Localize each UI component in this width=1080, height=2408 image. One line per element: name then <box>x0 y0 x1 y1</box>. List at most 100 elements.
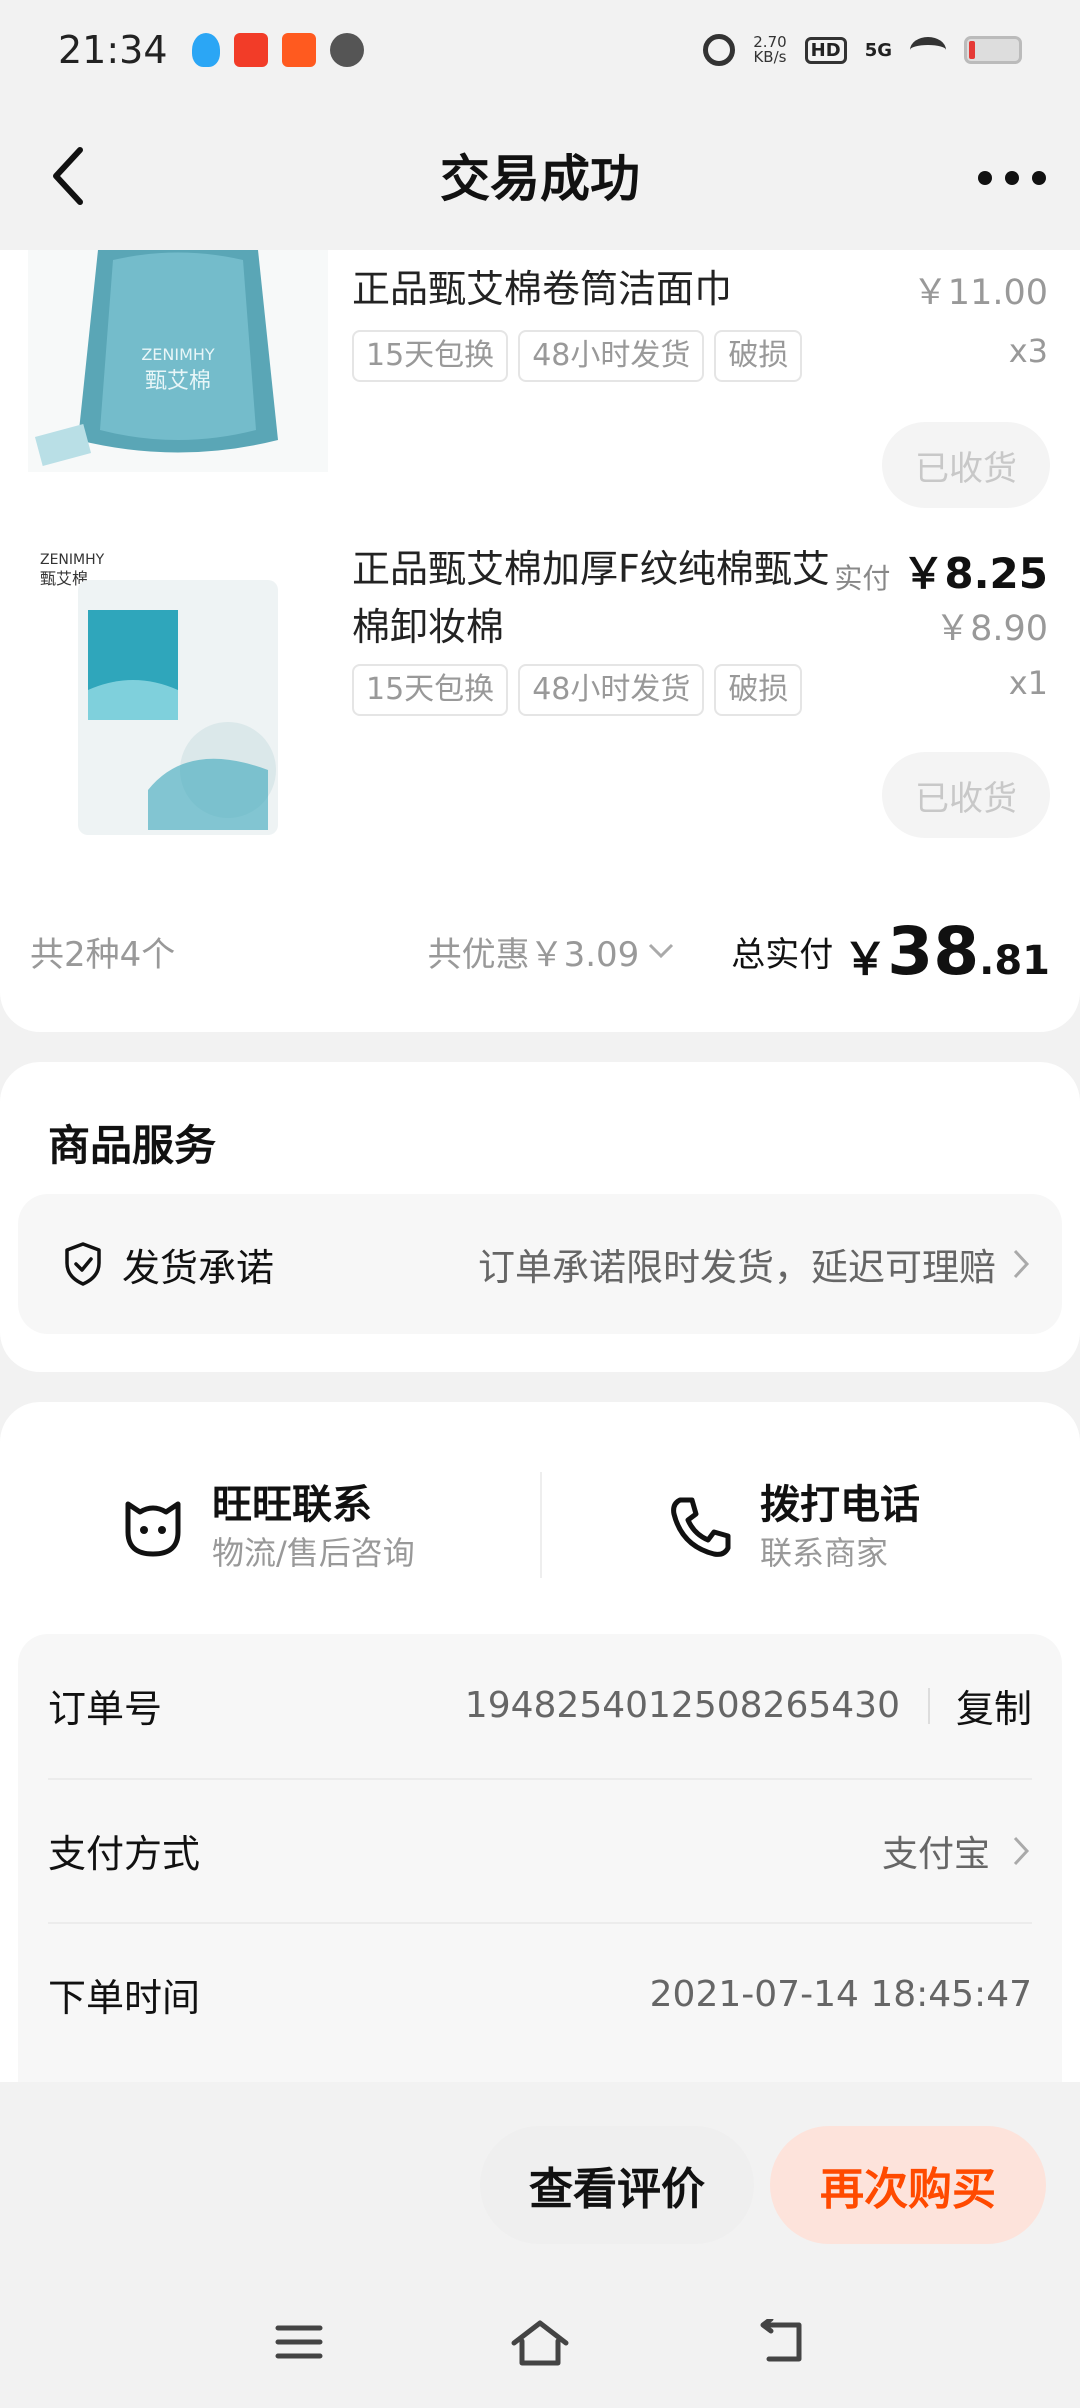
contact-divider <box>540 1472 542 1578</box>
product-item[interactable]: ZENIMHY 甄艾棉 正品甄艾棉加厚F纹纯棉甄艾棉卸妆棉 15天包换 48小时… <box>0 540 1080 880</box>
alarm-icon <box>703 34 736 66</box>
discount-text: 共优惠￥3.09 <box>427 934 640 975</box>
more-dot-icon <box>978 171 992 185</box>
chevron-right-icon <box>1013 1249 1030 1279</box>
phone-title: 拨打电话 <box>760 1482 920 1528</box>
paid-value: ￥8.25 <box>902 549 1048 598</box>
page-header: 交易成功 <box>0 100 1080 250</box>
product-quantity: x3 <box>1008 332 1048 370</box>
order-products-card: ZENIMHY 甄艾棉 正品甄艾棉卷筒洁面巾 15天包换 48小时发货 破损 ￥… <box>0 250 1080 1032</box>
product-title[interactable]: 正品甄艾棉加厚F纹纯棉甄艾棉卸妆棉 <box>352 540 832 656</box>
home-icon <box>511 2320 569 2366</box>
product-item[interactable]: ZENIMHY 甄艾棉 正品甄艾棉卷筒洁面巾 15天包换 48小时发货 破损 ￥… <box>0 250 1080 510</box>
wechat-icon <box>329 33 364 67</box>
network-speed-unit: KB/s <box>753 48 787 66</box>
product-tag: 15天包换 <box>352 330 509 382</box>
shield-icon <box>65 1242 101 1286</box>
paid-label: 实付 <box>834 562 891 595</box>
copy-divider <box>927 1687 930 1724</box>
received-status-button: 已收货 <box>882 752 1050 838</box>
order-summary: 共2种4个 共优惠￥3.09 总实付 ￥ 38 .81 <box>30 913 1050 990</box>
product-title[interactable]: 正品甄艾棉卷筒洁面巾 <box>352 260 832 318</box>
status-bar: 21:34 2.70 KB/s HD 5G <box>0 0 1080 100</box>
total-decimal: .81 <box>979 937 1050 984</box>
order-number-row: 订单号 1948254012508265430 复制 <box>48 1634 1032 1777</box>
order-number-value: 1948254012508265430 <box>464 1685 900 1726</box>
order-info-list: 订单号 1948254012508265430 复制 支付方式 支付宝 下单时间… <box>18 1634 1062 2082</box>
wangwang-title: 旺旺联系 <box>212 1482 372 1528</box>
more-options-button[interactable] <box>972 148 1052 208</box>
product-tag: 48小时发货 <box>518 330 705 382</box>
system-nav-bar <box>0 2282 1080 2408</box>
shipping-promise-row[interactable]: 发货承诺 订单承诺限时发货，延迟可理赔 <box>18 1194 1062 1334</box>
svg-text:甄艾棉: 甄艾棉 <box>145 369 211 394</box>
product-image[interactable]: ZENIMHY 甄艾棉 <box>28 250 328 472</box>
product-tag: 48小时发货 <box>518 664 705 716</box>
product-paid: 实付 ￥8.25 <box>834 540 1048 601</box>
product-tags: 15天包换 48小时发货 破损 <box>352 330 812 382</box>
home-nav-button[interactable] <box>505 2312 575 2372</box>
chevron-down-icon <box>649 943 674 959</box>
total-label: 总实付 <box>731 934 834 975</box>
contact-card: 旺旺联系 物流/售后咨询 拨打电话 联系商家 订单号 1948254012508… <box>0 1402 1080 2082</box>
taobao-icon <box>281 33 316 67</box>
received-status-button: 已收货 <box>882 422 1050 508</box>
services-card: 商品服务 发货承诺 订单承诺限时发货，延迟可理赔 <box>0 1062 1080 1372</box>
bottom-action-bar: 查看评价 再次购买 <box>0 2082 1080 2282</box>
more-dot-icon <box>1032 171 1046 185</box>
product-price: ￥11.00 <box>912 273 1048 313</box>
pinduoduo-icon <box>233 33 268 67</box>
back-icon <box>760 2319 802 2362</box>
menu-icon <box>275 2325 323 2359</box>
wifi-icon <box>910 37 946 63</box>
total-amount: ￥ 38 .81 <box>843 913 1050 990</box>
services-title: 商品服务 <box>48 1121 217 1170</box>
service-description: 订单承诺限时发货，延迟可理赔 <box>478 1246 996 1289</box>
item-count: 共2种4个 <box>30 934 176 975</box>
call-merchant-button[interactable]: 拨打电话 联系商家 <box>666 1472 920 1582</box>
order-number-label: 订单号 <box>48 1687 163 1731</box>
phone-icon <box>671 1497 731 1557</box>
cotton-pad-bag-image: ZENIMHY 甄艾棉 <box>28 540 328 850</box>
chevron-right-icon <box>1013 1836 1030 1865</box>
wangwang-subtitle: 物流/售后咨询 <box>212 1534 415 1572</box>
status-time: 21:34 <box>58 28 168 72</box>
copy-order-button[interactable]: 复制 <box>956 1678 1032 1733</box>
page-title: 交易成功 <box>440 150 640 208</box>
back-nav-button[interactable] <box>746 2312 816 2372</box>
svg-text:ZENIMHY: ZENIMHY <box>40 552 105 568</box>
service-name: 发货承诺 <box>122 1245 275 1290</box>
total-integer: 38 <box>887 912 980 990</box>
wangwang-icon <box>125 1501 181 1557</box>
product-tag: 破损 <box>714 330 803 382</box>
order-time-label: 下单时间 <box>48 1976 201 2020</box>
payment-method-label: 支付方式 <box>48 1832 201 1876</box>
back-button[interactable] <box>38 146 98 206</box>
battery-icon <box>964 36 1022 64</box>
network-speed: 2.70 KB/s <box>753 35 786 65</box>
discount-toggle[interactable]: 共优惠￥3.09 <box>428 927 676 976</box>
more-dot-icon <box>1005 171 1019 185</box>
order-time-value: 2021-07-14 18:45:47 <box>649 1974 1032 2015</box>
order-time-row: 下单时间 2021-07-14 18:45:47 <box>48 1923 1032 2066</box>
buy-again-button[interactable]: 再次购买 <box>770 2126 1046 2244</box>
hd-icon: HD <box>804 36 847 64</box>
back-arrow-icon <box>53 147 83 205</box>
payment-method-value: 支付宝 <box>881 1833 990 1875</box>
total-currency: ￥ <box>843 933 888 985</box>
payment-method-row[interactable]: 支付方式 支付宝 <box>48 1779 1032 1922</box>
product-quantity: x1 <box>1008 664 1048 702</box>
product-tags: 15天包换 48小时发货 破损 <box>352 664 812 716</box>
status-indicators: 2.70 KB/s HD 5G <box>703 34 1022 66</box>
product-tag: 15天包换 <box>352 664 509 716</box>
product-image[interactable]: ZENIMHY 甄艾棉 <box>28 540 328 850</box>
svg-text:ZENIMHY: ZENIMHY <box>141 345 215 364</box>
signal-icon: 5G <box>864 39 892 61</box>
wangwang-contact-button[interactable]: 旺旺联系 物流/售后咨询 <box>118 1472 415 1582</box>
view-review-button[interactable]: 查看评价 <box>480 2126 754 2244</box>
qq-icon <box>191 33 220 67</box>
cotton-roll-bag-image: ZENIMHY 甄艾棉 <box>28 250 328 472</box>
phone-subtitle: 联系商家 <box>760 1534 889 1572</box>
menu-nav-button[interactable] <box>264 2312 334 2372</box>
product-tag: 破损 <box>714 664 803 716</box>
